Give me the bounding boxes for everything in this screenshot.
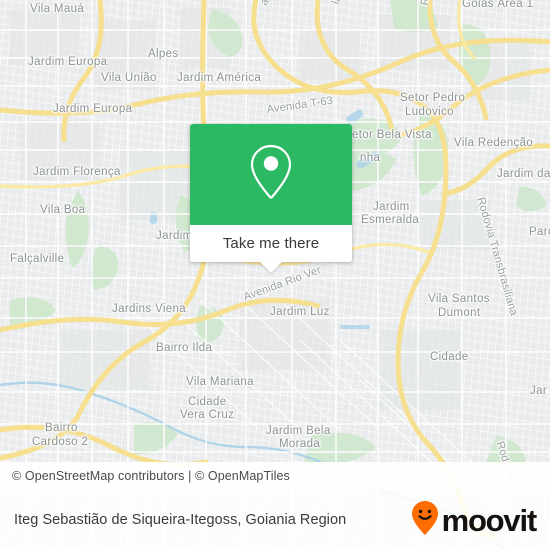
callout-tail xyxy=(260,262,282,273)
attribution-text[interactable]: © OpenStreetMap contributors | © OpenMap… xyxy=(0,469,290,483)
callout-pin-panel xyxy=(190,124,352,225)
moovit-smiley-pin-icon xyxy=(410,500,440,541)
moovit-logo[interactable]: moovit xyxy=(410,500,538,541)
map-screenshot: Vila Mauá Alpes Jardim Europa Vila União… xyxy=(0,0,550,550)
map-attribution-bar: © OpenStreetMap contributors | © OpenMap… xyxy=(0,462,550,490)
footer-bar: Iteg Sebastião de Siqueira-Itegoss, Goia… xyxy=(0,490,550,550)
take-me-there-button[interactable]: Take me there xyxy=(223,235,319,252)
moovit-wordmark: moovit xyxy=(441,502,538,538)
map-pin-icon xyxy=(248,142,294,207)
page-title: Iteg Sebastião de Siqueira-Itegoss, Goia… xyxy=(14,512,347,528)
destination-callout-card[interactable]: Take me there xyxy=(190,124,352,273)
callout-action-bar[interactable]: Take me there xyxy=(190,225,352,273)
